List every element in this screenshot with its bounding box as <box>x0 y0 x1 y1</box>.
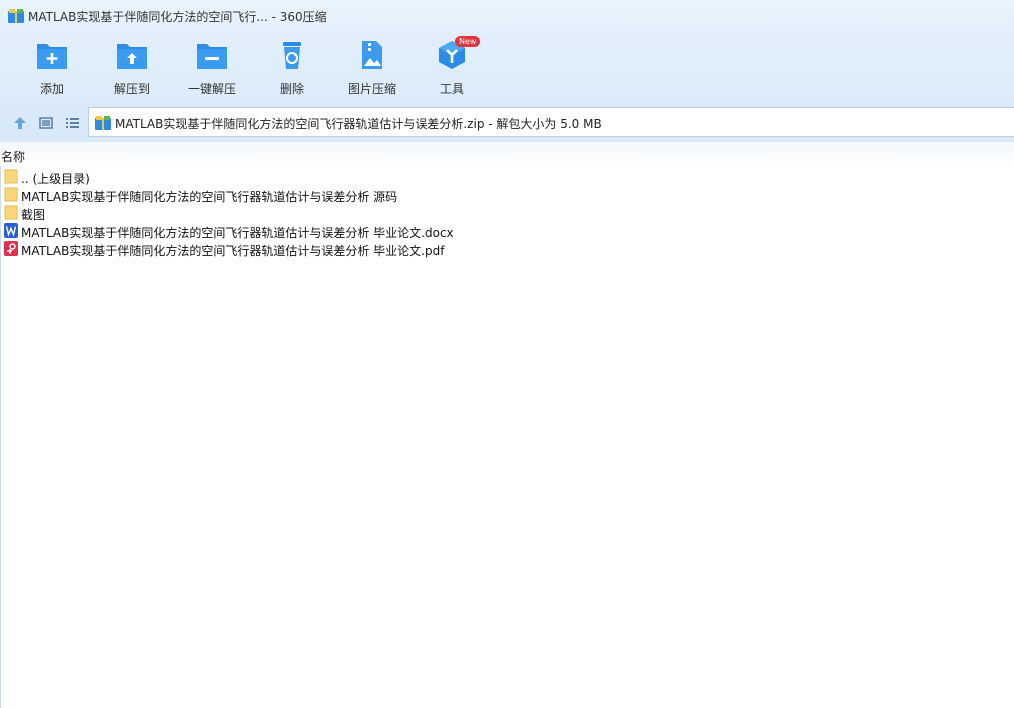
file-name: MATLAB实现基于伴随同化方法的空间飞行器轨道估计与误差分析 毕业论文.pdf <box>21 244 445 258</box>
image-compress-button[interactable]: 图片压缩 <box>332 36 412 100</box>
toolbar: 添加 解压到 一键解压 删除 图片压缩 New 工具 <box>0 32 1014 104</box>
new-badge: New <box>455 36 481 47</box>
extract-to-label: 解压到 <box>113 82 150 96</box>
app-zip-icon <box>8 9 24 23</box>
file-list: .. (上级目录) MATLAB实现基于伴随同化方法的空间飞行器轨道估计与误差分… <box>0 168 1014 258</box>
delete-button[interactable]: 删除 <box>252 36 332 100</box>
tools-button[interactable]: New 工具 <box>412 36 492 100</box>
list-view-icon[interactable] <box>64 115 80 131</box>
thumbnail-view-icon[interactable] <box>38 115 54 131</box>
pdf-icon <box>4 241 18 256</box>
list-item-parent-directory[interactable]: .. (上级目录) <box>0 168 1014 186</box>
list-item-source-folder[interactable]: MATLAB实现基于伴随同化方法的空间飞行器轨道估计与误差分析 源码 <box>0 186 1014 204</box>
add-label: 添加 <box>39 82 64 96</box>
list-item-docx[interactable]: MATLAB实现基于伴随同化方法的空间飞行器轨道估计与误差分析 毕业论文.doc… <box>0 222 1014 240</box>
file-name: .. (上级目录) <box>21 172 90 186</box>
file-name: MATLAB实现基于伴随同化方法的空间飞行器轨道估计与误差分析 毕业论文.doc… <box>21 226 454 240</box>
extract-folder-icon <box>117 44 147 69</box>
one-click-extract-button[interactable]: 一键解压 <box>172 36 252 100</box>
add-button[interactable]: 添加 <box>12 36 92 100</box>
folder-icon <box>4 205 18 220</box>
extract-to-button[interactable]: 解压到 <box>92 36 172 100</box>
folder-icon <box>4 169 18 184</box>
address-bar[interactable]: MATLAB实现基于伴随同化方法的空间飞行器轨道估计与误差分析.zip - 解包… <box>88 107 1014 137</box>
column-header-name[interactable]: 名称 <box>1 148 25 165</box>
recycle-bin-icon <box>283 42 301 69</box>
tools-label: 工具 <box>439 82 464 96</box>
navigation-bar: MATLAB实现基于伴随同化方法的空间飞行器轨道估计与误差分析.zip - 解包… <box>0 104 1014 142</box>
image-zip-icon <box>362 41 382 69</box>
zip-file-icon <box>95 116 111 130</box>
add-folder-icon <box>37 44 67 69</box>
archive-path: MATLAB实现基于伴随同化方法的空间飞行器轨道估计与误差分析.zip - 解包… <box>115 117 602 131</box>
window-title: MATLAB实现基于伴随同化方法的空间飞行... - 360压缩 <box>28 10 327 24</box>
file-name: 截图 <box>21 208 46 222</box>
list-item-screenshot-folder[interactable]: 截图 <box>0 204 1014 222</box>
title-bar: MATLAB实现基于伴随同化方法的空间飞行... - 360压缩 <box>0 0 1014 32</box>
image-compress-label: 图片压缩 <box>347 82 396 96</box>
list-header: 名称 <box>0 142 1014 166</box>
list-item-pdf[interactable]: MATLAB实现基于伴随同化方法的空间飞行器轨道估计与误差分析 毕业论文.pdf <box>0 240 1014 258</box>
up-arrow-icon[interactable] <box>12 115 28 131</box>
folder-icon <box>4 187 18 202</box>
delete-label: 删除 <box>279 82 304 96</box>
word-icon <box>4 223 18 238</box>
file-name: MATLAB实现基于伴随同化方法的空间飞行器轨道估计与误差分析 源码 <box>21 190 398 204</box>
one-click-extract-label: 一键解压 <box>187 82 236 96</box>
quick-extract-folder-icon <box>197 44 227 69</box>
